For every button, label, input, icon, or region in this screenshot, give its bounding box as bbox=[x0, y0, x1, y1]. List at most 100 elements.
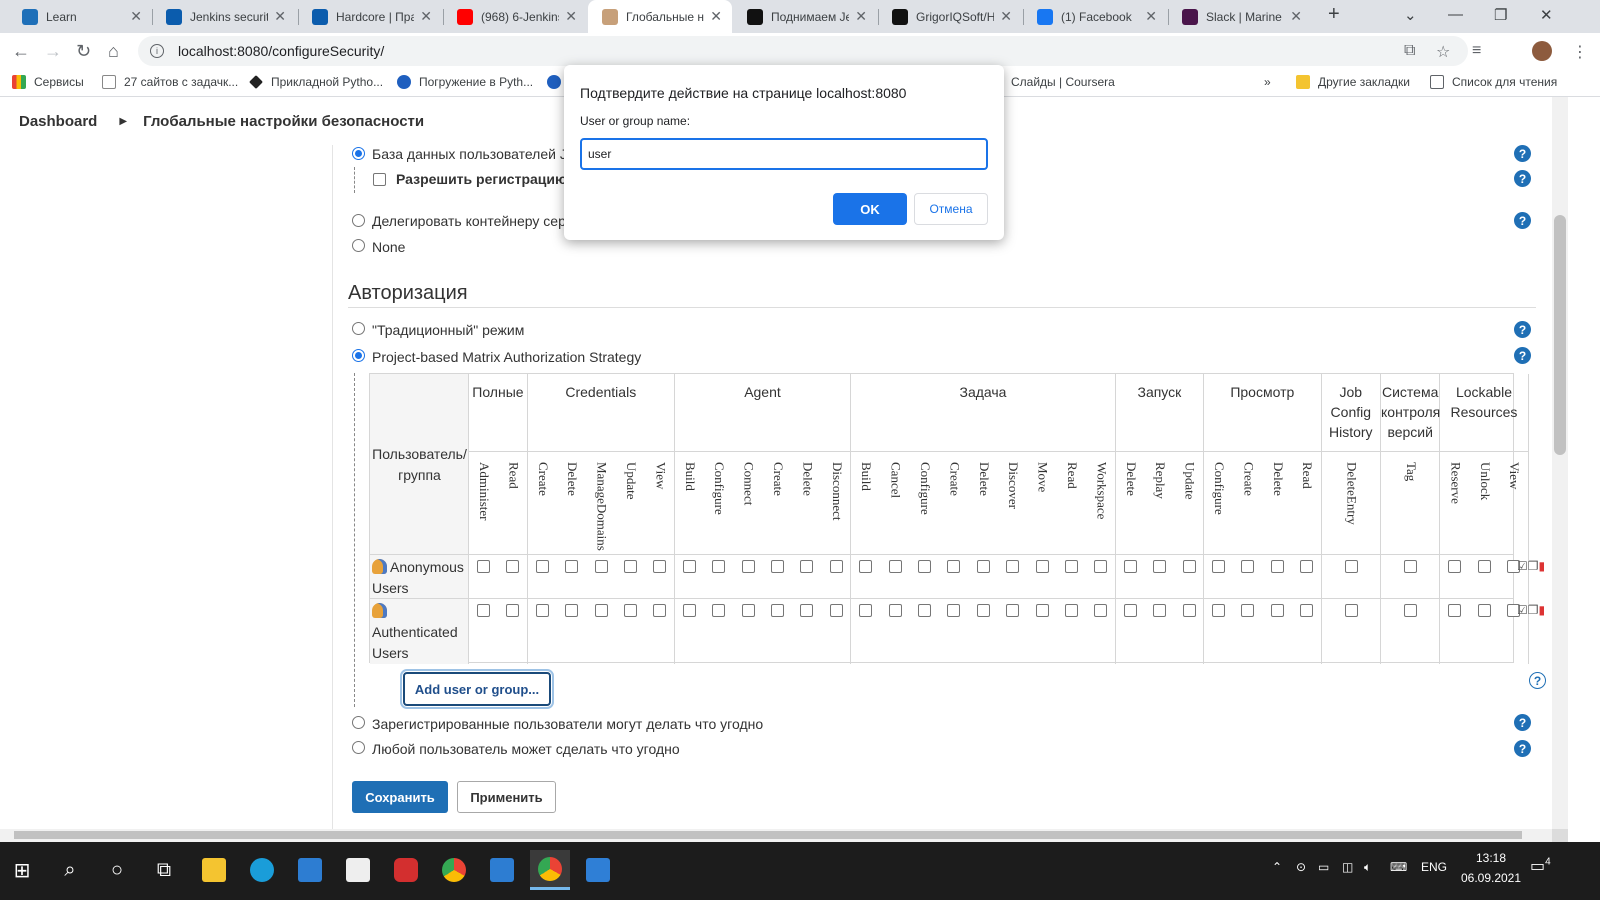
close-tab-icon[interactable]: ✕ bbox=[710, 8, 722, 25]
tray-overflow-icon[interactable]: ⌃ bbox=[1272, 860, 1282, 874]
permission-checkbox[interactable] bbox=[594, 560, 608, 573]
permission-checkbox[interactable] bbox=[535, 604, 549, 617]
permission-checkbox[interactable] bbox=[829, 604, 843, 617]
task-view-icon[interactable]: ⧉ bbox=[144, 850, 184, 890]
browser-tab[interactable]: (968) 6-Jenkins ✕ bbox=[443, 0, 587, 33]
permission-checkbox[interactable] bbox=[741, 604, 755, 617]
permission-checkbox[interactable] bbox=[1094, 604, 1108, 617]
power-app-icon[interactable] bbox=[386, 850, 426, 890]
forward-icon[interactable]: → bbox=[44, 41, 62, 62]
permission-checkbox[interactable] bbox=[594, 604, 608, 617]
tray-icon[interactable]: ⊙ bbox=[1296, 860, 1306, 874]
permission-checkbox[interactable] bbox=[1035, 560, 1049, 573]
permission-checkbox[interactable] bbox=[1477, 604, 1491, 617]
help-icon[interactable]: ? bbox=[1514, 170, 1531, 187]
permission-checkbox[interactable] bbox=[1153, 560, 1167, 573]
permission-checkbox[interactable] bbox=[1300, 604, 1314, 617]
browser-tab[interactable]: Hardcore | Прак ✕ bbox=[298, 0, 442, 33]
permission-checkbox[interactable] bbox=[712, 560, 726, 573]
bookmark-reading-list[interactable]: Список для чтения bbox=[1430, 75, 1557, 89]
permission-checkbox[interactable] bbox=[1344, 604, 1358, 617]
permission-checkbox[interactable] bbox=[565, 560, 579, 573]
maximize-icon[interactable]: ❐ bbox=[1494, 6, 1507, 24]
permission-checkbox[interactable] bbox=[1006, 560, 1020, 573]
keyboard-icon[interactable]: ⌨ bbox=[1390, 860, 1407, 874]
add-user-or-group-button[interactable]: Add user or group... bbox=[400, 669, 554, 709]
clock[interactable]: 13:18 06.09.2021 bbox=[1456, 848, 1526, 888]
row-tools-authenticated[interactable]: ☑❐▮ bbox=[1517, 603, 1545, 617]
vertical-scrollbar[interactable] bbox=[1552, 97, 1568, 829]
help-icon[interactable]: ? bbox=[1529, 672, 1546, 689]
save-button[interactable]: Сохранить bbox=[352, 781, 448, 813]
close-tab-icon[interactable]: ✕ bbox=[1000, 8, 1012, 25]
help-icon[interactable]: ? bbox=[1514, 145, 1531, 162]
close-tab-icon[interactable]: ✕ bbox=[1290, 8, 1302, 25]
network-icon[interactable]: ◫ bbox=[1342, 860, 1353, 874]
browser-tab[interactable]: Глобальные на ✕ bbox=[588, 0, 732, 33]
permission-checkbox[interactable] bbox=[624, 604, 637, 617]
reload-icon[interactable]: ↻ bbox=[76, 41, 91, 62]
permission-checkbox[interactable] bbox=[859, 560, 873, 573]
permission-checkbox[interactable] bbox=[1241, 604, 1255, 617]
notifications-icon[interactable]: ▭4 bbox=[1530, 856, 1551, 876]
permission-checkbox[interactable] bbox=[1241, 560, 1255, 573]
vertical-scroll-thumb[interactable] bbox=[1554, 215, 1566, 455]
permission-checkbox[interactable] bbox=[1300, 560, 1314, 573]
permission-checkbox[interactable] bbox=[712, 604, 726, 617]
permission-checkbox[interactable] bbox=[947, 604, 961, 617]
permission-checkbox[interactable] bbox=[624, 560, 637, 573]
menu-kebab-icon[interactable]: ⋮ bbox=[1572, 42, 1588, 62]
close-tab-icon[interactable]: ✕ bbox=[565, 8, 577, 25]
edge-icon[interactable] bbox=[242, 850, 282, 890]
radio-matrix-strategy[interactable] bbox=[352, 349, 365, 362]
permission-checkbox[interactable] bbox=[1448, 560, 1462, 573]
permission-checkbox[interactable] bbox=[506, 560, 520, 573]
permission-checkbox[interactable] bbox=[918, 560, 931, 573]
help-icon[interactable]: ? bbox=[1514, 740, 1531, 757]
back-icon[interactable]: ← bbox=[12, 41, 30, 62]
tab-search-icon[interactable]: ⌄ bbox=[1404, 6, 1417, 24]
breadcrumb-dashboard[interactable]: Dashboard bbox=[19, 113, 97, 130]
browser-tab[interactable]: Jenkins security ✕ bbox=[152, 0, 296, 33]
radio-logged-in-anything[interactable] bbox=[352, 716, 365, 729]
site-info-icon[interactable]: i bbox=[150, 44, 164, 58]
home-icon[interactable]: ⌂ bbox=[108, 41, 119, 62]
translate-icon[interactable]: ⧉ bbox=[1404, 42, 1415, 60]
permission-checkbox[interactable] bbox=[506, 604, 520, 617]
browser-tab[interactable]: (1) Facebook ✕ bbox=[1023, 0, 1167, 33]
photos-icon[interactable] bbox=[578, 850, 618, 890]
permission-checkbox[interactable] bbox=[682, 604, 696, 617]
radio-jenkins-db[interactable] bbox=[352, 147, 365, 160]
permission-checkbox[interactable] bbox=[859, 604, 873, 617]
permission-checkbox[interactable] bbox=[1270, 560, 1284, 573]
permission-checkbox[interactable] bbox=[1065, 560, 1078, 573]
bookmark-dive-python[interactable]: Погружение в Pyth... bbox=[397, 75, 533, 89]
permission-checkbox[interactable] bbox=[653, 604, 667, 617]
permission-checkbox[interactable] bbox=[800, 604, 814, 617]
start-windows-icon[interactable]: ⊞ bbox=[2, 850, 42, 890]
profile-avatar[interactable] bbox=[1532, 41, 1552, 61]
bookmark-star-icon[interactable]: ☆ bbox=[1436, 42, 1450, 62]
permission-checkbox[interactable] bbox=[947, 560, 961, 573]
browser-tab[interactable]: Slack | Marine Y ✕ bbox=[1168, 0, 1312, 33]
close-tab-icon[interactable]: ✕ bbox=[1145, 8, 1157, 25]
permission-checkbox[interactable] bbox=[1123, 604, 1137, 617]
user-or-group-input[interactable]: user bbox=[580, 138, 988, 170]
file-explorer-icon[interactable] bbox=[194, 850, 234, 890]
permission-checkbox[interactable] bbox=[477, 604, 490, 617]
store-icon[interactable] bbox=[338, 850, 378, 890]
address-bar[interactable]: i localhost:8080/configureSecurity/ bbox=[138, 36, 1468, 66]
permission-checkbox[interactable] bbox=[918, 604, 931, 617]
permission-checkbox[interactable] bbox=[829, 560, 843, 573]
breadcrumb-current[interactable]: Глобальные настройки безопасности bbox=[143, 113, 424, 130]
close-tab-icon[interactable]: ✕ bbox=[420, 8, 432, 25]
permission-checkbox[interactable] bbox=[1123, 560, 1137, 573]
permission-checkbox[interactable] bbox=[1270, 604, 1284, 617]
cortana-icon[interactable]: ○ bbox=[97, 850, 137, 890]
permission-checkbox[interactable] bbox=[1182, 560, 1196, 573]
help-icon[interactable]: ? bbox=[1514, 212, 1531, 229]
chrome-active-icon[interactable] bbox=[530, 850, 570, 890]
permission-checkbox[interactable] bbox=[1065, 604, 1078, 617]
new-tab-icon[interactable]: + bbox=[1328, 3, 1340, 26]
chrome-icon[interactable] bbox=[434, 850, 474, 890]
